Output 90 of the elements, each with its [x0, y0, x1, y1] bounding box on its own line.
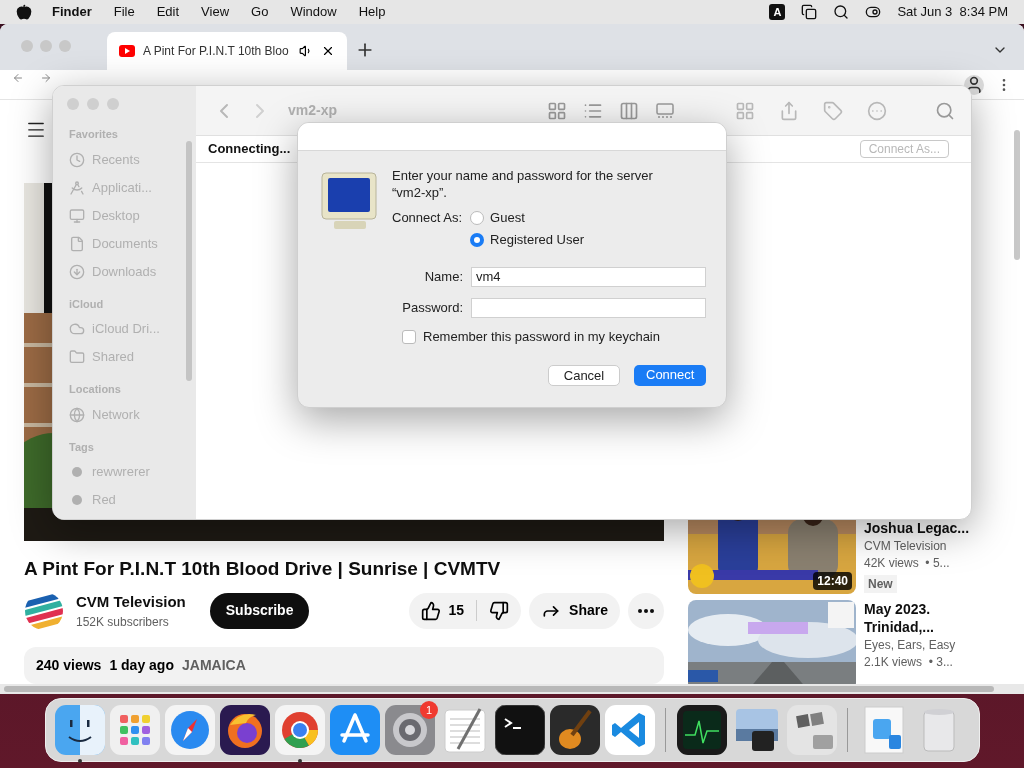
fox-globe-icon[interactable] [219, 705, 270, 755]
like-dislike-control[interactable]: 15 [408, 592, 522, 629]
menu-item[interactable]: Help [358, 2, 386, 22]
guitar-icon[interactable] [549, 705, 600, 755]
app-store-icon[interactable] [329, 705, 380, 755]
radio-button[interactable] [470, 211, 485, 225]
related-video-title[interactable]: May 2023. Trinidad,... [864, 600, 964, 636]
input-source-indicator[interactable]: A [769, 4, 786, 20]
sidebar-heading: Locations [69, 382, 122, 397]
back-icon[interactable] [12, 72, 24, 84]
monitor-icon [69, 207, 85, 224]
document-icon [69, 235, 85, 252]
checkbox[interactable] [402, 329, 416, 344]
download-icon [69, 263, 85, 280]
location-tag[interactable]: JAMAICA [182, 655, 246, 684]
close-tab-icon[interactable] [321, 44, 335, 58]
menu-item[interactable]: Edit [156, 2, 180, 22]
menu-item[interactable]: File [113, 2, 135, 22]
connection-status: Connecting... [208, 140, 291, 159]
menu-item[interactable]: Go [251, 2, 269, 22]
apple-icon[interactable] [16, 4, 32, 20]
sidebar-heading: Tags [69, 439, 95, 455]
view-count: 240 views [36, 656, 102, 676]
new-badge: New [864, 575, 897, 593]
channel-name[interactable]: CVM Television [76, 590, 186, 614]
radio-option[interactable]: Guest [470, 207, 585, 229]
column-view-icon[interactable] [619, 100, 640, 121]
upload-age: 1 day ago [109, 656, 174, 676]
sidebar-scrollbar[interactable] [186, 141, 192, 381]
tag-icon[interactable] [823, 100, 844, 121]
related-channel: Eyes, Ears, Easy [864, 638, 957, 653]
folder-icon [69, 349, 85, 365]
menu-app-name[interactable]: Finder [52, 2, 92, 22]
menu-item[interactable]: View [201, 2, 230, 22]
gear-icon[interactable] [384, 705, 435, 755]
share-icon[interactable] [779, 100, 800, 121]
name-field[interactable]: vm4 [471, 267, 706, 287]
menu-clock[interactable]: Sat Jun 3 8:34 PM [897, 2, 1008, 22]
related-video-meta: 42K views • 5... [864, 556, 951, 571]
face-icon[interactable] [54, 705, 105, 755]
clock-icon [69, 151, 85, 168]
play-logo-icon [119, 45, 135, 57]
related-channel: CVM Television [864, 539, 948, 554]
password-label: Password: [401, 299, 463, 318]
thumbs-down-icon[interactable] [489, 600, 510, 621]
share-button[interactable]: Share [529, 592, 620, 629]
thumbs-up-icon[interactable] [420, 600, 441, 621]
connect-as-label: Connect As: [392, 209, 463, 227]
video-title: A Pint For P.I.N.T 10th Blood Drive | Sunrise | CVMTV [24, 556, 502, 581]
cloud-icon [69, 321, 85, 337]
radio-button[interactable] [470, 233, 485, 247]
password-field[interactable] [471, 298, 706, 318]
connect-button[interactable]: Connect [634, 364, 706, 386]
more-icon [638, 608, 654, 613]
notification-badge: 1 [420, 701, 438, 719]
app-grid-icon[interactable] [109, 705, 160, 755]
cancel-button[interactable]: Cancel [548, 364, 620, 386]
profile-avatar[interactable] [964, 74, 984, 95]
browser-tab[interactable]: A Pint For P.I.N.T 10th Bloo [107, 32, 347, 70]
related-video-title[interactable]: Joshua Legac... [864, 519, 974, 537]
radio-option[interactable]: Registered User [470, 229, 585, 251]
code-editor-icon[interactable] [604, 705, 655, 755]
windows-icon[interactable] [801, 4, 818, 20]
search-icon[interactable] [833, 4, 850, 20]
globe-icon [69, 406, 85, 423]
finder-window-title: vm2-xp [288, 101, 338, 120]
pulse-monitor-icon[interactable] [676, 705, 727, 755]
more-actions-button[interactable] [628, 592, 664, 629]
subscribe-button[interactable]: Subscribe [209, 592, 310, 629]
related-video-meta: 2.1K views • 3... [864, 655, 954, 670]
sidebar-heading: Favorites [69, 127, 119, 142]
toggle-icon[interactable] [865, 4, 882, 20]
gallery-view-icon[interactable] [655, 100, 676, 121]
forward-icon[interactable] [40, 72, 52, 84]
group-icon[interactable] [735, 100, 756, 121]
remember-checkbox-row[interactable]: Remember this password in my keychain [402, 327, 726, 347]
vertical-scrollbar[interactable] [1014, 130, 1020, 260]
sidebar-heading: iCloud [69, 296, 105, 312]
name-label: Name: [423, 268, 463, 287]
video-duration: 12:40 [813, 572, 852, 590]
color-ring-icon[interactable] [274, 705, 325, 755]
drafting-compass-icon [69, 179, 85, 196]
menu-item[interactable]: Window [290, 2, 337, 22]
subscriber-count: 152K subscribers [76, 614, 170, 632]
dialog-message: Enter your name and password for the server “vm2-xp”. [392, 167, 654, 201]
icon-view-icon[interactable] [547, 100, 568, 121]
terminal-icon[interactable] [494, 705, 545, 755]
tab-title: A Pint For P.I.N.T 10th Bloo [143, 43, 289, 60]
like-count: 15 [448, 600, 478, 622]
horizontal-scrollbar[interactable] [0, 684, 1024, 694]
